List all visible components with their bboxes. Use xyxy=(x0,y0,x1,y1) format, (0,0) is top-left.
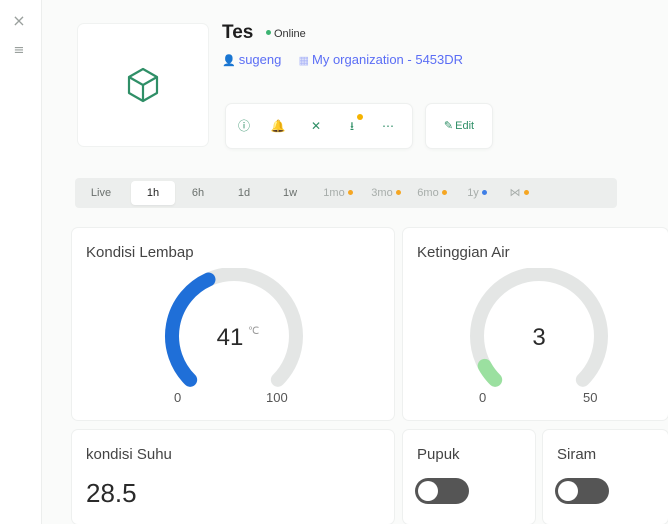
time-range-6[interactable]: 3mo xyxy=(363,181,409,205)
left-rail: × ≡ xyxy=(0,0,42,524)
widget-ketinggian-air: Ketinggian Air 3 0 50 xyxy=(403,228,668,420)
device-meta: 👤 sugeng ▦ My organization - 5453DR xyxy=(222,52,463,67)
premium-dot xyxy=(395,190,401,195)
switch-knob xyxy=(418,481,438,501)
widget-kondisi-lembap: Kondisi Lembap 41 ℃ 0 100 xyxy=(72,228,394,420)
widget-title: Kondisi Lembap xyxy=(86,244,194,261)
widget-title: Ketinggian Air xyxy=(417,244,510,261)
download-icon[interactable]: ⭳ xyxy=(342,114,363,136)
cube-icon xyxy=(127,67,159,103)
more-icon[interactable]: ⋯ xyxy=(378,116,398,136)
widget-siram: Siram xyxy=(543,430,668,524)
edit-icon: ✎ xyxy=(443,119,454,132)
time-range-label: 3mo xyxy=(371,187,393,199)
time-range-label: 1d xyxy=(237,187,251,199)
widget-pupuk: Pupuk xyxy=(403,430,535,524)
gauge-value: 3 xyxy=(532,324,546,351)
premium-dot xyxy=(441,190,447,195)
time-range-1[interactable]: 1h xyxy=(131,181,175,205)
time-range-0[interactable]: Live xyxy=(81,181,121,205)
edit-button[interactable]: ✎ Edit xyxy=(426,104,492,148)
switch-knob xyxy=(558,481,578,501)
status-badge: Online xyxy=(266,28,306,40)
device-toolbar: ⓘ 🔔 ✕ ⭳ ⋯ xyxy=(226,104,412,148)
user-icon: 👤 xyxy=(222,55,236,67)
premium-dot xyxy=(347,190,353,195)
time-range-label: 1w xyxy=(282,187,298,199)
widget-title: Pupuk xyxy=(417,446,460,463)
edit-label: Edit xyxy=(455,120,475,132)
time-range-label: 1h xyxy=(146,187,160,199)
organization-icon: ▦ xyxy=(298,55,310,67)
gauge-fill xyxy=(477,358,503,387)
status-text: Online xyxy=(274,28,306,40)
info-icon[interactable]: ⓘ xyxy=(234,116,254,136)
gauge-min: 0 xyxy=(479,390,487,405)
time-range-2[interactable]: 6h xyxy=(179,181,217,205)
gauge-min: 0 xyxy=(174,390,182,405)
organization-link[interactable]: My organization - 5453DR xyxy=(312,52,463,67)
device-title: Tes xyxy=(222,22,254,43)
gauge-max: 100 xyxy=(266,390,288,405)
premium-dot xyxy=(523,190,529,195)
time-range-8[interactable]: 1y xyxy=(457,181,497,205)
bell-icon[interactable]: 🔔 xyxy=(268,116,288,136)
pupuk-switch[interactable] xyxy=(415,478,469,504)
time-range-label: 6h xyxy=(191,187,205,199)
gauge-max: 50 xyxy=(583,390,598,405)
widget-value: 28.5 xyxy=(86,478,137,508)
notification-badge xyxy=(357,114,363,120)
widget-kondisi-suhu: kondisi Suhu 28.5 xyxy=(72,430,394,524)
status-dot xyxy=(266,30,271,35)
premium-dot xyxy=(481,190,487,195)
time-range-3[interactable]: 1d xyxy=(225,181,263,205)
time-range-4[interactable]: 1w xyxy=(271,181,309,205)
time-range-selector: Live 1h 6h 1d 1w 1mo 3mo 6mo 1y ⋈ xyxy=(75,178,617,208)
close-icon[interactable]: × xyxy=(10,12,28,30)
time-range-label: Live xyxy=(90,187,112,199)
time-range-label: 1mo xyxy=(323,187,345,199)
siram-switch[interactable] xyxy=(555,478,609,504)
owner-link[interactable]: sugeng xyxy=(239,52,282,67)
time-range-label: 1y xyxy=(467,187,479,199)
device-image xyxy=(78,24,208,146)
gauge-unit: ℃ xyxy=(248,326,260,337)
time-range-label: 6mo xyxy=(417,187,439,199)
widget-title: kondisi Suhu xyxy=(86,446,172,463)
widget-title: Siram xyxy=(557,446,597,463)
time-range-label: ⋈ xyxy=(509,187,521,199)
menu-icon[interactable]: ≡ xyxy=(10,42,28,60)
time-range-7[interactable]: 6mo xyxy=(409,181,455,205)
time-range-9[interactable]: ⋈ xyxy=(499,181,539,205)
tools-icon[interactable]: ✕ xyxy=(306,116,326,136)
time-range-5[interactable]: 1mo xyxy=(315,181,361,205)
